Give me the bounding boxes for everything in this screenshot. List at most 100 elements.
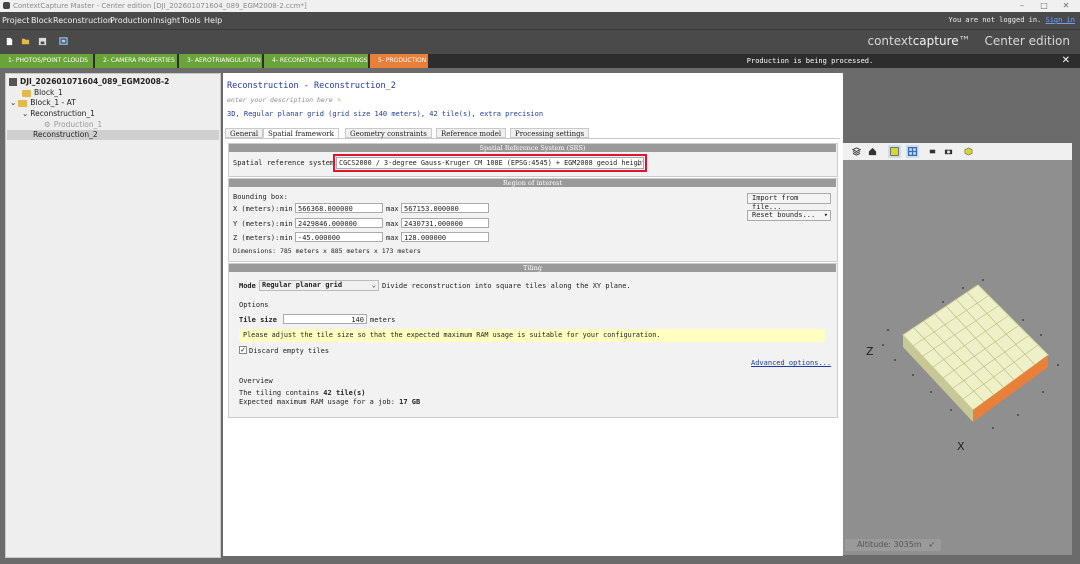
tree-project[interactable]: DJI_202601071604_089_EGM2008-2 xyxy=(9,77,169,87)
tree-item-block-1-at[interactable]: ⌄ Block_1 - AT xyxy=(10,98,76,108)
tree-item-label: Production_1 xyxy=(53,120,103,129)
y-min-input[interactable]: 2429846.000000 xyxy=(295,218,383,228)
chevron-down-icon: ⌄ xyxy=(636,159,641,167)
reset-bounds-label: Reset bounds... xyxy=(752,211,816,219)
sign-in-link[interactable]: Sign in xyxy=(1045,16,1075,24)
menu-insight[interactable]: Insight xyxy=(153,12,180,29)
dropdown-arrow-icon: ▾ xyxy=(823,211,828,219)
altitude-text: Altitude: 3035m xyxy=(857,540,922,549)
x-min-input[interactable]: 566368.000000 xyxy=(295,203,383,213)
overview-label: Overview xyxy=(239,377,273,385)
model-icon[interactable] xyxy=(964,147,973,156)
x-max-label: max xyxy=(386,205,399,213)
wizard-step-reconstruction-settings[interactable]: 4- RECONSTRUCTION SETTINGS xyxy=(264,54,368,68)
tree-item-label: Block_1 - AT xyxy=(30,98,76,107)
new-project-icon[interactable] xyxy=(5,37,14,46)
window-close-button[interactable]: ✕ xyxy=(1056,0,1076,12)
options-label: Options xyxy=(239,301,269,309)
tiled-model-view[interactable] xyxy=(843,160,1072,540)
layers-icon[interactable] xyxy=(852,147,861,156)
tree-project-label: DJI_202601071604_089_EGM2008-2 xyxy=(20,77,170,86)
ram-usage-line: Expected maximum RAM usage for a job: 17… xyxy=(239,398,420,406)
srs-select[interactable]: CGCS2000 / 3-degree Gauss-Kruger CM 108E… xyxy=(336,157,644,169)
menu-tools[interactable]: Tools xyxy=(181,12,201,29)
menu-help[interactable]: Help xyxy=(204,12,222,29)
tile-count-line: The tiling contains 42 tile(s) xyxy=(239,389,365,397)
chevron-down-icon: ⌄ xyxy=(371,281,376,289)
reset-bounds-button[interactable]: Reset bounds... ▾ xyxy=(747,210,831,221)
edit-icon[interactable]: ✎ xyxy=(337,96,341,104)
tree-item-production-1[interactable]: ⚙ Production_1 xyxy=(44,120,102,130)
viewer-toolbar xyxy=(843,143,1072,160)
z-min-input[interactable]: -45.000000 xyxy=(295,232,383,242)
camera-positions-icon[interactable] xyxy=(928,147,937,156)
workflow-wizard: 1- PHOTOS/POINT CLOUDS 2- CAMERA PROPERT… xyxy=(0,54,1080,68)
brand-tm: ™ xyxy=(958,34,971,48)
tree-item-reconstruction-2[interactable]: Reconstruction_2 xyxy=(7,130,219,140)
altitude-readout: Altitude: 3035m ➶ xyxy=(845,539,941,551)
home-icon[interactable] xyxy=(868,147,877,156)
minimize-button[interactable]: – xyxy=(1012,0,1032,12)
menu-production[interactable]: Production xyxy=(110,12,153,29)
wizard-step-aerotriangulation[interactable]: 3- AEROTRIANGULATION xyxy=(179,54,262,68)
x-label: X (meters): xyxy=(233,205,280,213)
tile-count-prefix: The tiling contains xyxy=(239,389,320,397)
tab-geometry-constraints[interactable]: Geometry constraints xyxy=(345,128,432,138)
tile-size-unit: meters xyxy=(370,316,396,324)
save-icon[interactable] xyxy=(38,37,47,46)
tree-item-block-1[interactable]: Block_1 xyxy=(22,88,63,98)
chevron-down-icon[interactable]: ⌄ xyxy=(22,109,28,118)
tree-item-reconstruction-1[interactable]: ⌄ Reconstruction_1 xyxy=(22,109,95,119)
block-icon xyxy=(18,99,28,107)
page-title: Reconstruction - Reconstruction_2 xyxy=(227,81,396,91)
camera-icon[interactable] xyxy=(944,147,953,156)
tab-divider xyxy=(225,138,840,139)
title-bar: ContextCapture Master - Center edition [… xyxy=(0,0,1080,12)
chevron-down-icon[interactable]: ⌄ xyxy=(10,98,16,107)
reconstruction-summary: 3D, Regular planar grid (grid size 140 m… xyxy=(227,110,544,118)
open-project-icon[interactable] xyxy=(21,37,30,46)
menu-reconstruction[interactable]: Reconstruction xyxy=(53,12,113,29)
srs-value: CGCS2000 / 3-degree Gauss-Kruger CM 108E… xyxy=(339,159,644,167)
grid-view-icon[interactable] xyxy=(906,145,919,158)
advanced-options-link[interactable]: Advanced options... xyxy=(751,359,831,367)
tab-processing-settings[interactable]: Processing settings xyxy=(510,128,590,138)
dimensions-text: Dimensions: 785 meters x 885 meters x 17… xyxy=(233,247,421,255)
tab-spatial-framework[interactable]: Spatial framework xyxy=(263,128,339,138)
tree-item-label: Reconstruction_2 xyxy=(33,130,98,139)
model-top-face xyxy=(902,284,1049,411)
maximize-button[interactable]: □ xyxy=(1034,0,1054,12)
tab-general[interactable]: General xyxy=(225,128,264,138)
tab-reference-model[interactable]: Reference model xyxy=(436,128,507,138)
mode-select[interactable]: Regular planar grid ⌄ xyxy=(259,280,379,291)
y-max-input[interactable]: 2430731.000000 xyxy=(401,218,489,228)
z-label: Z (meters): xyxy=(233,234,280,242)
menu-block[interactable]: Block xyxy=(31,12,53,29)
tile-size-label: Tile size xyxy=(239,316,277,324)
y-max-label: max xyxy=(386,220,399,228)
job-monitor-icon[interactable] xyxy=(59,37,68,46)
tiles-view-icon[interactable] xyxy=(888,145,901,158)
menu-project[interactable]: Project xyxy=(2,12,29,29)
mode-description: Divide reconstruction into square tiles … xyxy=(382,282,631,290)
import-from-file-button[interactable]: Import from file... xyxy=(747,193,831,211)
x-max-input[interactable]: 567153.000000 xyxy=(401,203,489,213)
tile-count-value: 42 tile(s) xyxy=(323,389,366,397)
login-text: You are not logged in. xyxy=(948,16,1042,24)
wizard-step-photos[interactable]: 1- PHOTOS/POINT CLOUDS xyxy=(0,54,93,68)
z-max-input[interactable]: 128.000000 xyxy=(401,232,489,242)
wizard-step-production[interactable]: 5- PRODUCTION xyxy=(370,54,428,68)
discard-empty-tiles-checkbox[interactable]: ✓ xyxy=(239,346,247,354)
tile-size-input[interactable]: 140 xyxy=(283,314,367,324)
production-icon: ⚙ xyxy=(44,120,51,129)
y-label: Y (meters): xyxy=(233,220,280,228)
description-placeholder: enter your description here xyxy=(227,96,333,104)
wizard-step-camera[interactable]: 2- CAMERA PROPERTIES xyxy=(95,54,177,68)
description-field[interactable]: enter your description here ✎ xyxy=(227,96,341,104)
close-icon[interactable]: ✕ xyxy=(1062,54,1070,68)
tree-item-label: Reconstruction_1 xyxy=(30,109,95,118)
window-title: ContextCapture Master - Center edition [… xyxy=(13,2,307,10)
bounding-box-label: Bounding box: xyxy=(233,193,288,201)
production-status: Production is being processed. xyxy=(746,57,874,65)
login-status: You are not logged in. Sign in xyxy=(949,12,1075,29)
